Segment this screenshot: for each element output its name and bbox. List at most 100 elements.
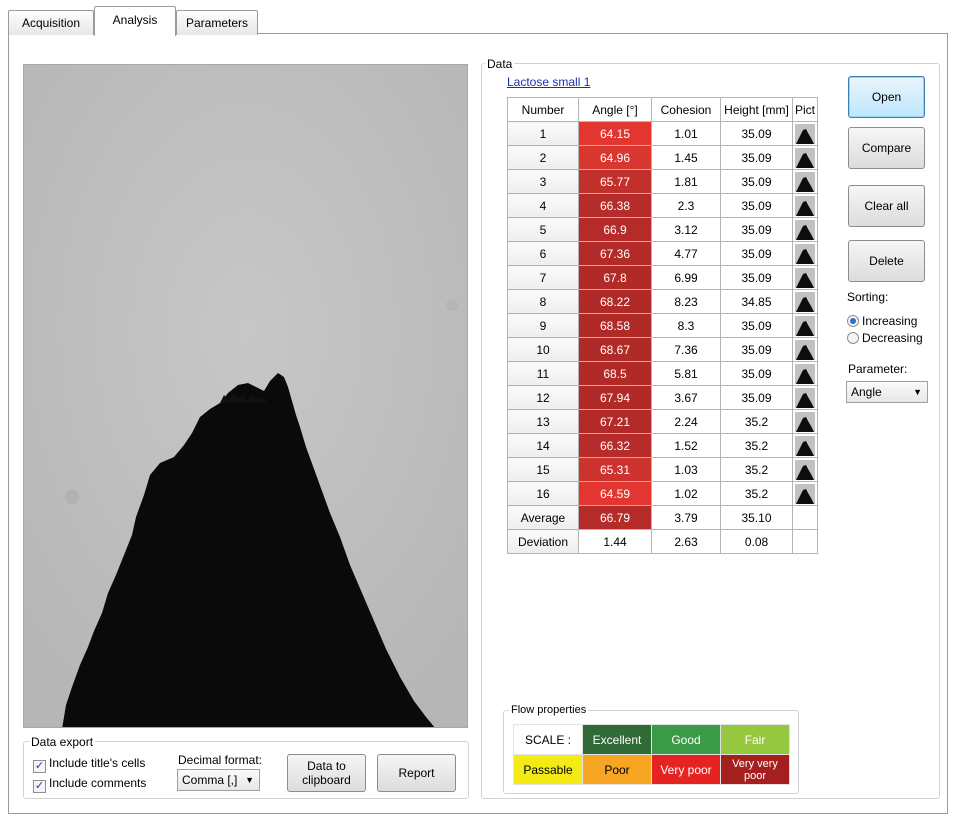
table-row[interactable]: 7 67.8 6.99 35.09 — [507, 265, 818, 290]
table-row[interactable]: 12 67.94 3.67 35.09 — [507, 385, 818, 410]
column-header-number[interactable]: Number — [507, 97, 579, 122]
table-row[interactable]: 3 65.77 1.81 35.09 — [507, 169, 818, 194]
cohesion-cell: 7.36 — [651, 337, 721, 362]
picture-cell[interactable] — [792, 289, 818, 314]
angle-cell: 68.58 — [578, 313, 652, 338]
row-number[interactable]: 10 — [507, 337, 579, 362]
angle-cell: 68.67 — [578, 337, 652, 362]
tab-acquisition[interactable]: Acquisition — [8, 10, 94, 35]
table-row[interactable]: 14 66.32 1.52 35.2 — [507, 433, 818, 458]
height-cell: 35.2 — [720, 481, 793, 506]
angle-cell: 64.96 — [578, 145, 652, 170]
open-button[interactable]: Open — [848, 76, 925, 118]
flow-scale-cell: Good — [651, 724, 721, 755]
angle-cell: 66.32 — [578, 433, 652, 458]
row-number[interactable]: 9 — [507, 313, 579, 338]
picture-cell[interactable] — [792, 409, 818, 434]
average-height: 35.10 — [720, 505, 793, 530]
picture-cell[interactable] — [792, 361, 818, 386]
flow-scale-cell: Poor — [582, 754, 652, 785]
table-row[interactable]: 15 65.31 1.03 35.2 — [507, 457, 818, 482]
cohesion-cell: 1.81 — [651, 169, 721, 194]
angle-cell: 67.8 — [578, 265, 652, 290]
table-row[interactable]: 2 64.96 1.45 35.09 — [507, 145, 818, 170]
height-cell: 35.2 — [720, 433, 793, 458]
picture-cell[interactable] — [792, 241, 818, 266]
include-titles-checkbox[interactable]: ✓ Include title's cells — [33, 756, 145, 773]
picture-cell[interactable] — [792, 385, 818, 410]
sample-link[interactable]: Lactose small 1 — [507, 75, 590, 89]
delete-label: Delete — [869, 254, 904, 268]
radio-empty-icon — [847, 332, 859, 344]
picture-cell[interactable] — [792, 481, 818, 506]
table-row[interactable]: 16 64.59 1.02 35.2 — [507, 481, 818, 506]
cohesion-cell: 8.3 — [651, 313, 721, 338]
include-comments-checkbox[interactable]: ✓ Include comments — [33, 776, 146, 793]
table-row[interactable]: 1 64.15 1.01 35.09 — [507, 121, 818, 146]
tab-strip: Acquisition Analysis Parameters — [8, 6, 950, 36]
row-number[interactable]: 4 — [507, 193, 579, 218]
picture-cell[interactable] — [792, 217, 818, 242]
height-cell: 35.09 — [720, 265, 793, 290]
angle-cell: 65.31 — [578, 457, 652, 482]
row-number[interactable]: 3 — [507, 169, 579, 194]
heap-thumbnail-icon — [795, 243, 815, 264]
table-row[interactable]: 11 68.5 5.81 35.09 — [507, 361, 818, 386]
flow-scale-cell: SCALE : — [513, 724, 583, 755]
picture-cell[interactable] — [792, 337, 818, 362]
angle-cell: 68.22 — [578, 289, 652, 314]
tab-parameters[interactable]: Parameters — [176, 10, 258, 35]
cohesion-cell: 2.24 — [651, 409, 721, 434]
picture-cell[interactable] — [792, 457, 818, 482]
row-number[interactable]: 6 — [507, 241, 579, 266]
clear-all-button[interactable]: Clear all — [848, 185, 925, 227]
row-number[interactable]: 8 — [507, 289, 579, 314]
flow-scale-table: SCALE : Excellent Good Fair Passable Poor Very… — [513, 724, 790, 785]
sort-increasing-radio[interactable]: Increasing — [847, 314, 917, 328]
picture-cell[interactable] — [792, 169, 818, 194]
compare-button[interactable]: Compare — [848, 127, 925, 169]
check-icon: ✓ — [33, 780, 46, 793]
decimal-format-select[interactable]: Comma [,] ▼ — [177, 769, 260, 791]
row-number[interactable]: 5 — [507, 217, 579, 242]
row-number[interactable]: 14 — [507, 433, 579, 458]
picture-cell[interactable] — [792, 121, 818, 146]
column-header-angle[interactable]: Angle [°] — [578, 97, 652, 122]
sort-decreasing-radio[interactable]: Decreasing — [847, 331, 923, 345]
picture-cell[interactable] — [792, 145, 818, 170]
data-to-clipboard-button[interactable]: Data to clipboard — [287, 754, 366, 792]
picture-cell[interactable] — [792, 433, 818, 458]
delete-button[interactable]: Delete — [848, 240, 925, 282]
average-cohesion: 3.79 — [651, 505, 721, 530]
heap-thumbnail-icon — [795, 147, 815, 168]
column-header-cohesion[interactable]: Cohesion — [651, 97, 721, 122]
picture-cell[interactable] — [792, 193, 818, 218]
table-row[interactable]: 13 67.21 2.24 35.2 — [507, 409, 818, 434]
table-row[interactable]: 10 68.67 7.36 35.09 — [507, 337, 818, 362]
row-number[interactable]: 2 — [507, 145, 579, 170]
row-number[interactable]: 1 — [507, 121, 579, 146]
table-row[interactable]: 6 67.36 4.77 35.09 — [507, 241, 818, 266]
row-number[interactable]: 15 — [507, 457, 579, 482]
empty-cell — [792, 505, 818, 530]
picture-cell[interactable] — [792, 265, 818, 290]
angle-cell: 67.94 — [578, 385, 652, 410]
row-number[interactable]: 12 — [507, 385, 579, 410]
row-number[interactable]: 13 — [507, 409, 579, 434]
table-row[interactable]: 8 68.22 8.23 34.85 — [507, 289, 818, 314]
parameter-select[interactable]: Angle ▼ — [846, 381, 928, 403]
heap-thumbnail-icon — [795, 483, 815, 504]
table-row[interactable]: 9 68.58 8.3 35.09 — [507, 313, 818, 338]
row-number[interactable]: 11 — [507, 361, 579, 386]
row-number[interactable]: 7 — [507, 265, 579, 290]
row-number[interactable]: 16 — [507, 481, 579, 506]
height-cell: 35.09 — [720, 145, 793, 170]
column-header-picture[interactable]: Pict — [792, 97, 818, 122]
report-button[interactable]: Report — [377, 754, 456, 792]
table-row[interactable]: 4 66.38 2.3 35.09 — [507, 193, 818, 218]
picture-cell[interactable] — [792, 313, 818, 338]
tab-analysis[interactable]: Analysis — [94, 6, 176, 36]
column-header-height[interactable]: Height [mm] — [720, 97, 793, 122]
flow-scale-cell: Fair — [720, 724, 790, 755]
table-row[interactable]: 5 66.9 3.12 35.09 — [507, 217, 818, 242]
